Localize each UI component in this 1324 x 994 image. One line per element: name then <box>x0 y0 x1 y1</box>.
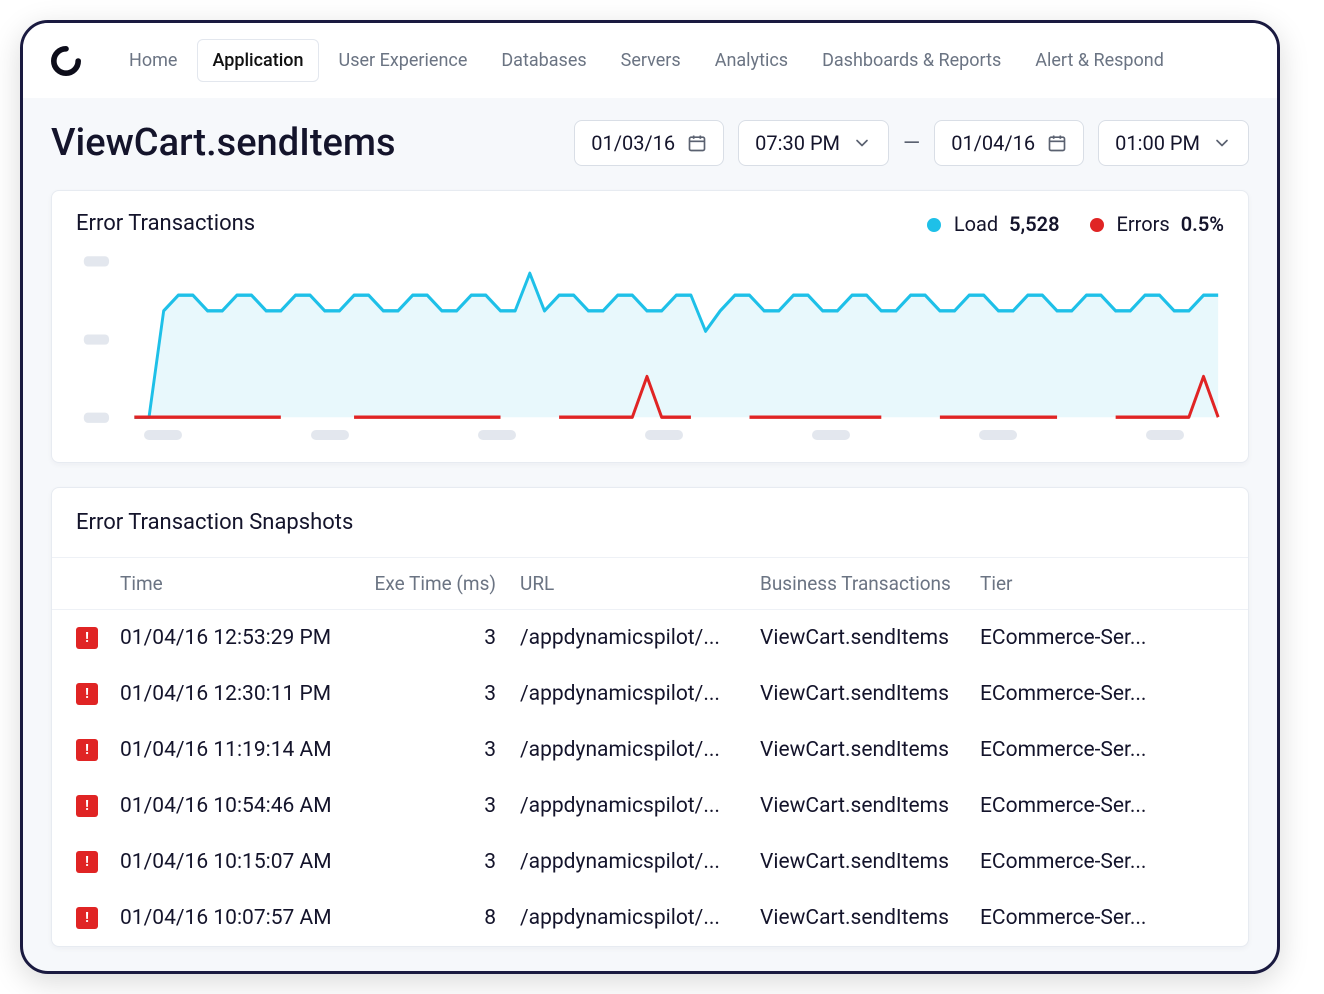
appdynamics-logo-icon <box>51 46 81 76</box>
range-separator: — <box>903 131 920 156</box>
cell-bt: ViewCart.sendItems <box>760 738 980 762</box>
chevron-down-icon <box>1212 133 1232 153</box>
cell-bt: ViewCart.sendItems <box>760 682 980 706</box>
nav-tab-servers[interactable]: Servers <box>607 40 695 81</box>
calendar-icon <box>1047 133 1067 153</box>
app-frame: HomeApplicationUser ExperienceDatabasesS… <box>20 20 1280 974</box>
error-icon: ! <box>76 627 98 649</box>
col-url[interactable]: URL <box>520 572 760 595</box>
cell-exe: 3 <box>370 794 520 818</box>
cell-url: /appdynamicspilot/... <box>520 906 760 930</box>
table-row[interactable]: ! 01/04/16 10:54:46 AM3/appdynamicspilot/… <box>52 778 1248 834</box>
col-exe-time[interactable]: Exe Time (ms) <box>370 572 520 595</box>
start-date-picker[interactable]: 01/03/16 <box>574 120 724 166</box>
snapshots-card: Error Transaction Snapshots Time Exe Tim… <box>51 487 1249 947</box>
cell-tier: ECommerce-Ser... <box>980 794 1224 818</box>
col-bt[interactable]: Business Transactions <box>760 572 980 595</box>
error-icon: ! <box>76 739 98 761</box>
cell-bt: ViewCart.sendItems <box>760 794 980 818</box>
x-axis-placeholder <box>76 424 1224 444</box>
chart-legend: Load 5,528 Errors 0.5% <box>927 212 1224 236</box>
chart-card-title: Error Transactions <box>76 211 255 236</box>
cell-time: 01/04/16 10:07:57 AM <box>120 906 370 930</box>
nav-tab-home[interactable]: Home <box>115 40 191 81</box>
nav-tab-application[interactable]: Application <box>197 39 318 82</box>
error-icon: ! <box>76 683 98 705</box>
end-time-value: 01:00 PM <box>1115 131 1200 155</box>
end-date-value: 01/04/16 <box>951 131 1035 155</box>
cell-exe: 3 <box>370 682 520 706</box>
cell-tier: ECommerce-Ser... <box>980 850 1224 874</box>
table-row[interactable]: ! 01/04/16 10:15:07 AM3/appdynamicspilot/… <box>52 834 1248 890</box>
start-date-value: 01/03/16 <box>591 131 675 155</box>
calendar-icon <box>687 133 707 153</box>
cell-time: 01/04/16 12:53:29 PM <box>120 626 370 650</box>
snapshots-title: Error Transaction Snapshots <box>76 510 353 535</box>
cell-exe: 3 <box>370 626 520 650</box>
nav-tab-dashboards-reports[interactable]: Dashboards & Reports <box>808 40 1015 81</box>
start-time-picker[interactable]: 07:30 PM <box>738 120 889 166</box>
error-icon: ! <box>76 795 98 817</box>
legend-load-label: Load <box>954 212 998 236</box>
table-row[interactable]: ! 01/04/16 12:53:29 PM3/appdynamicspilot/… <box>52 610 1248 666</box>
cell-url: /appdynamicspilot/... <box>520 850 760 874</box>
table-row[interactable]: ! 01/04/16 11:19:14 AM3/appdynamicspilot/… <box>52 722 1248 778</box>
cell-tier: ECommerce-Ser... <box>980 682 1224 706</box>
top-navbar: HomeApplicationUser ExperienceDatabasesS… <box>23 23 1277 98</box>
cell-exe: 3 <box>370 738 520 762</box>
end-time-picker[interactable]: 01:00 PM <box>1098 120 1249 166</box>
start-time-value: 07:30 PM <box>755 131 840 155</box>
table-row[interactable]: ! 01/04/16 10:07:57 AM8/appdynamicspilot/… <box>52 890 1248 946</box>
cell-url: /appdynamicspilot/... <box>520 794 760 818</box>
col-tier[interactable]: Tier <box>980 572 1224 595</box>
cell-time: 01/04/16 10:54:46 AM <box>120 794 370 818</box>
nav-tab-analytics[interactable]: Analytics <box>701 40 802 81</box>
cell-bt: ViewCart.sendItems <box>760 626 980 650</box>
cell-exe: 3 <box>370 850 520 874</box>
cell-tier: ECommerce-Ser... <box>980 626 1224 650</box>
cell-url: /appdynamicspilot/... <box>520 738 760 762</box>
error-transactions-chart <box>76 254 1224 424</box>
cell-bt: ViewCart.sendItems <box>760 850 980 874</box>
chevron-down-icon <box>852 133 872 153</box>
nav-tab-user-experience[interactable]: User Experience <box>325 40 482 81</box>
table-row[interactable]: ! 01/04/16 12:30:11 PM3/appdynamicspilot/… <box>52 666 1248 722</box>
cell-exe: 8 <box>370 906 520 930</box>
error-icon: ! <box>76 851 98 873</box>
nav-tab-databases[interactable]: Databases <box>487 40 600 81</box>
error-transactions-card: Error Transactions Load 5,528 Errors 0.5… <box>51 190 1249 463</box>
legend-load-value: 5,528 <box>1009 212 1059 236</box>
legend-errors: Errors 0.5% <box>1090 212 1224 236</box>
legend-errors-label: Errors <box>1117 212 1170 236</box>
chart-area <box>52 244 1248 462</box>
cell-tier: ECommerce-Ser... <box>980 906 1224 930</box>
cell-bt: ViewCart.sendItems <box>760 906 980 930</box>
legend-errors-dot-icon <box>1090 218 1104 232</box>
cell-url: /appdynamicspilot/... <box>520 682 760 706</box>
page-header: ViewCart.sendItems 01/03/16 07:30 PM — 0… <box>51 120 1249 166</box>
nav-tab-alert-respond[interactable]: Alert & Respond <box>1021 40 1178 81</box>
end-date-picker[interactable]: 01/04/16 <box>934 120 1084 166</box>
cell-time: 01/04/16 12:30:11 PM <box>120 682 370 706</box>
cell-tier: ECommerce-Ser... <box>980 738 1224 762</box>
col-time[interactable]: Time <box>120 572 370 595</box>
cell-time: 01/04/16 11:19:14 AM <box>120 738 370 762</box>
cell-url: /appdynamicspilot/... <box>520 626 760 650</box>
legend-errors-value: 0.5% <box>1181 212 1224 236</box>
snapshots-table-header: Time Exe Time (ms) URL Business Transact… <box>52 557 1248 610</box>
page-title: ViewCart.sendItems <box>51 121 396 165</box>
legend-load: Load 5,528 <box>927 212 1060 236</box>
content-area: ViewCart.sendItems 01/03/16 07:30 PM — 0… <box>23 98 1277 947</box>
error-icon: ! <box>76 907 98 929</box>
cell-time: 01/04/16 10:15:07 AM <box>120 850 370 874</box>
legend-load-dot-icon <box>927 218 941 232</box>
